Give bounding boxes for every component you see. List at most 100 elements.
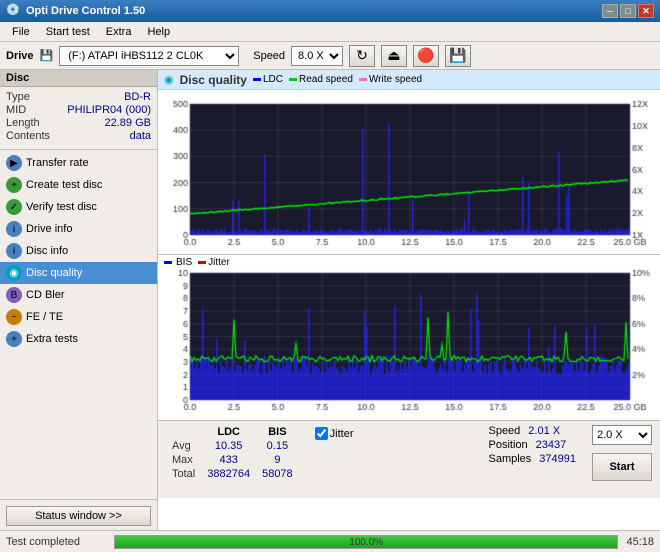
- disc-quality-icon-header: ◉: [164, 73, 174, 86]
- speed-row: Speed 2.01 X: [488, 425, 576, 437]
- drive-info-label: Drive info: [26, 223, 72, 235]
- jitter-label: Jitter: [208, 257, 230, 268]
- eject-button[interactable]: ⏏: [381, 45, 407, 67]
- sidebar-item-disc-quality[interactable]: ◉ Disc quality: [0, 262, 157, 284]
- sidebar-item-transfer-rate[interactable]: ▶ Transfer rate: [0, 152, 157, 174]
- fe-te-label: FE / TE: [26, 311, 63, 323]
- drive-label: Drive: [6, 50, 34, 62]
- speed-start-section: 2.0 X Start: [592, 425, 652, 494]
- bis-header: BIS: [256, 425, 299, 439]
- speed-select[interactable]: 8.0 X: [291, 46, 343, 66]
- jitter-legend: Jitter: [198, 257, 230, 268]
- stats-spacer: [370, 425, 473, 494]
- stats-empty-cell: [166, 425, 201, 439]
- legend-ldc: LDC: [253, 74, 283, 85]
- top-chart: [158, 90, 660, 255]
- disc-quality-label: Disc quality: [26, 267, 82, 279]
- disc-mid-value: PHILIPR04 (000): [67, 104, 151, 116]
- verify-test-disc-icon: ✓: [6, 199, 22, 215]
- avg-bis: 0.15: [256, 439, 299, 453]
- write-dot: [359, 78, 367, 81]
- sidebar-item-drive-info[interactable]: i Drive info: [0, 218, 157, 240]
- status-bar: Test completed 100.0% 45:18: [0, 530, 660, 552]
- bis-legend-container: BIS Jitter: [164, 257, 230, 268]
- disc-section-title: Disc: [0, 70, 157, 87]
- refresh-button[interactable]: ↻: [349, 45, 375, 67]
- create-test-disc-icon: +: [6, 177, 22, 193]
- samples-row: Samples 374991: [488, 453, 576, 465]
- stats-area: LDC BIS Avg 10.35 0.15 Max 433 9 Total: [158, 420, 660, 498]
- bottom-chart-canvas: [158, 255, 660, 420]
- cd-bler-icon: B: [6, 287, 22, 303]
- drive-icon: 💾: [40, 49, 54, 62]
- disc-mid-row: MID PHILIPR04 (000): [6, 104, 151, 116]
- extra-tests-icon: +: [6, 331, 22, 347]
- transfer-rate-label: Transfer rate: [26, 157, 89, 169]
- menu-extra[interactable]: Extra: [98, 24, 140, 40]
- avg-ldc: 10.35: [201, 439, 256, 453]
- position-value: 23437: [536, 439, 567, 451]
- sidebar-item-disc-info[interactable]: i Disc info: [0, 240, 157, 262]
- app-icon: 💿: [6, 3, 22, 19]
- disc-contents-value: data: [130, 130, 151, 142]
- samples-label: Samples: [488, 453, 531, 465]
- disc-length-row: Length 22.89 GB: [6, 117, 151, 129]
- jitter-dot: [198, 261, 206, 264]
- chart-title: Disc quality: [180, 73, 247, 87]
- disc-info-table: Type BD-R MID PHILIPR04 (000) Length 22.…: [0, 87, 157, 147]
- close-button[interactable]: ✕: [638, 4, 654, 18]
- disc-type-label: Type: [6, 91, 30, 103]
- drive-bar: Drive 💾 (F:) ATAPI iHBS112 2 CL0K Speed …: [0, 42, 660, 70]
- extra-tests-label: Extra tests: [26, 333, 78, 345]
- sidebar-item-fe-te[interactable]: ~ FE / TE: [0, 306, 157, 328]
- sidebar-divider-1: [0, 149, 157, 150]
- read-label: Read speed: [299, 74, 353, 85]
- status-window-button[interactable]: Status window >>: [6, 506, 151, 526]
- disc-mid-label: MID: [6, 104, 26, 116]
- window-controls: ─ □ ✕: [602, 4, 654, 18]
- menu-bar: File Start test Extra Help: [0, 22, 660, 42]
- verify-test-disc-label: Verify test disc: [26, 201, 97, 213]
- chart-header: ◉ Disc quality LDC Read speed Write spee…: [158, 70, 660, 90]
- ldc-dot: [253, 78, 261, 81]
- menu-file[interactable]: File: [4, 24, 38, 40]
- disc-length-label: Length: [6, 117, 40, 129]
- sidebar-item-create-test-disc[interactable]: + Create test disc: [0, 174, 157, 196]
- sidebar-item-verify-test-disc[interactable]: ✓ Verify test disc: [0, 196, 157, 218]
- legend-write: Write speed: [359, 74, 422, 85]
- disc-type-value: BD-R: [124, 91, 151, 103]
- drive-info-icon: i: [6, 221, 22, 237]
- jitter-checkbox[interactable]: [315, 427, 328, 440]
- menu-help[interactable]: Help: [139, 24, 178, 40]
- sidebar-item-cd-bler[interactable]: B CD Bler: [0, 284, 157, 306]
- total-ldc: 3882764: [201, 467, 256, 481]
- disc-quality-icon: ◉: [6, 265, 22, 281]
- speed-label: Speed: [253, 50, 285, 62]
- status-time: 45:18: [626, 536, 654, 548]
- maximize-button[interactable]: □: [620, 4, 636, 18]
- disc-contents-row: Contents data: [6, 130, 151, 142]
- read-dot: [289, 78, 297, 81]
- total-label: Total: [166, 467, 201, 481]
- drive-select[interactable]: (F:) ATAPI iHBS112 2 CL0K: [59, 46, 239, 66]
- ldc-label: LDC: [263, 74, 283, 85]
- top-chart-canvas: [158, 90, 660, 255]
- sidebar-item-extra-tests[interactable]: + Extra tests: [0, 328, 157, 350]
- title-bar: 💿 Opti Drive Control 1.50 ─ □ ✕: [0, 0, 660, 22]
- disc-info-label: Disc info: [26, 245, 68, 257]
- legend-read: Read speed: [289, 74, 353, 85]
- sidebar: Disc Type BD-R MID PHILIPR04 (000) Lengt…: [0, 70, 158, 530]
- main-content: Disc Type BD-R MID PHILIPR04 (000) Lengt…: [0, 70, 660, 530]
- max-ldc: 433: [201, 453, 256, 467]
- bis-dot: [164, 261, 172, 264]
- jitter-section: Jitter: [315, 425, 354, 494]
- jitter-check-label: Jitter: [330, 428, 354, 440]
- menu-start-test[interactable]: Start test: [38, 24, 98, 40]
- save-button[interactable]: 💾: [445, 45, 471, 67]
- minimize-button[interactable]: ─: [602, 4, 618, 18]
- speed-select-2[interactable]: 2.0 X: [592, 425, 652, 445]
- position-row: Position 23437: [488, 439, 576, 451]
- start-button[interactable]: Start: [592, 453, 652, 481]
- burn-button[interactable]: 🔴: [413, 45, 439, 67]
- bottom-chart: BIS Jitter: [158, 255, 660, 420]
